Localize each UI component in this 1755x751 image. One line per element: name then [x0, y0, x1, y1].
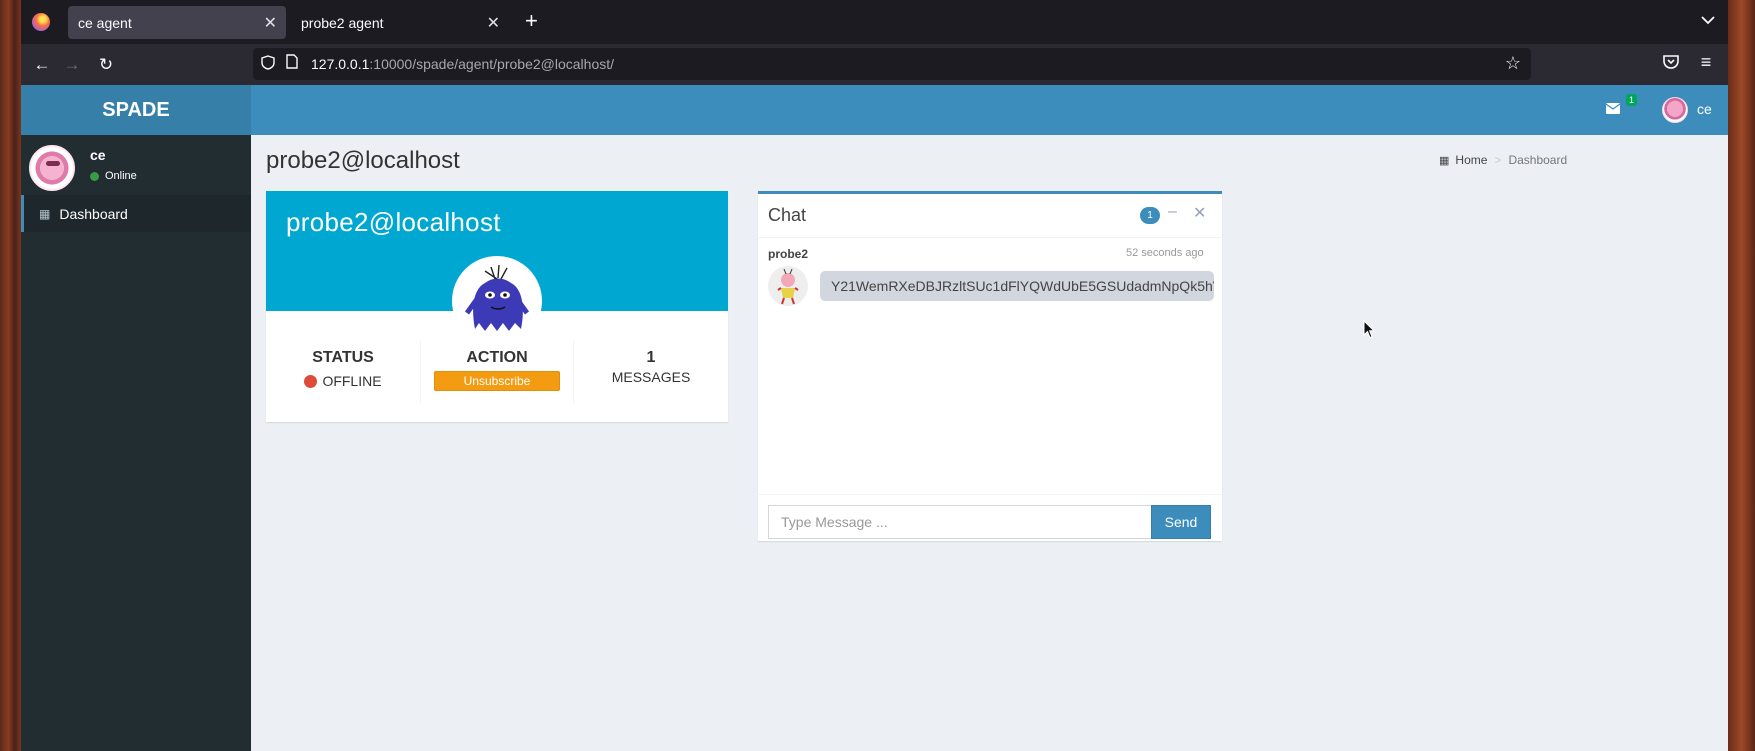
message-timestamp: 52 seconds ago	[1126, 247, 1204, 259]
unsubscribe-button[interactable]: Unsubscribe	[434, 371, 560, 391]
reload-button[interactable]: ↻	[94, 53, 118, 77]
tab-probe2-agent[interactable]: probe2 agent ✕	[291, 6, 509, 39]
browser-window: ce agent ✕ probe2 agent ✕ + ← → ↻ 127.0.…	[21, 0, 1728, 751]
breadcrumb-current: Dashboard	[1508, 153, 1568, 167]
breadcrumb-home[interactable]: Home	[1455, 153, 1487, 167]
desktop-wallpaper-left	[0, 0, 21, 751]
dashboard-icon: ▦	[39, 206, 51, 221]
web-content: SPADE 1 ce ce Online ▦ Dashboard probe2@…	[21, 85, 1728, 751]
chat-footer: Send	[758, 494, 1222, 544]
hamburger-menu-icon[interactable]: ≡	[1694, 52, 1718, 76]
agent-profile-widget: probe2@localhost STATUS OFFLINE ACTION U…	[266, 191, 728, 422]
action-header: ACTION	[466, 349, 528, 366]
bookmark-star-icon[interactable]: ☆	[1505, 53, 1521, 74]
close-icon[interactable]: ✕	[264, 13, 277, 33]
url-bar[interactable]: 127.0.0.1:10000/spade/agent/probe2@local…	[253, 48, 1531, 80]
firefox-icon	[32, 13, 50, 31]
navigation-toolbar: ← → ↻ 127.0.0.1:10000/spade/agent/probe2…	[21, 44, 1728, 85]
top-user-name[interactable]: ce	[1697, 101, 1712, 117]
chat-title: Chat	[768, 205, 807, 225]
action-block: ACTION Unsubscribe	[420, 341, 574, 403]
tab-strip: ce agent ✕ probe2 agent ✕ +	[21, 0, 1728, 44]
avatar[interactable]	[1662, 97, 1688, 123]
close-icon[interactable]: ✕	[487, 13, 500, 33]
pocket-icon[interactable]	[1661, 54, 1681, 74]
offline-dot-icon	[304, 374, 318, 388]
forward-button[interactable]: →	[60, 53, 84, 77]
chat-box: Chat 1 – ✕ probe2 52 seconds ago Y21WemR…	[758, 191, 1222, 541]
breadcrumb: ▦ Home > Dashboard	[1439, 153, 1567, 167]
avatar	[768, 266, 808, 306]
chat-count-badge: 1	[1140, 207, 1160, 224]
chat-header: Chat 1 – ✕	[758, 194, 1222, 238]
chevron-down-icon[interactable]	[1701, 12, 1715, 28]
status-badge: OFFLINE	[304, 373, 382, 389]
notification-badge: 1	[1626, 94, 1638, 106]
avatar	[29, 145, 75, 191]
top-navbar	[251, 85, 1728, 135]
tab-label: probe2 agent	[301, 14, 384, 31]
new-tab-button[interactable]: +	[525, 9, 538, 33]
messages-label: MESSAGES	[611, 369, 691, 385]
page-title: probe2@localhost	[266, 147, 460, 174]
dashboard-icon: ▦	[1439, 154, 1450, 167]
widget-user-name: probe2@localhost	[286, 207, 501, 237]
mouse-cursor-icon	[1363, 319, 1376, 344]
sidebar-item-dashboard[interactable]: ▦ Dashboard	[21, 195, 251, 232]
widget-footer: STATUS OFFLINE ACTION Unsubscribe 1 MESS…	[266, 311, 728, 422]
messages-count: 1	[646, 349, 656, 366]
url-host: 127.0.0.1	[311, 56, 370, 72]
page-icon[interactable]	[286, 54, 298, 72]
url-text[interactable]: 127.0.0.1:10000/spade/agent/probe2@local…	[311, 56, 614, 72]
shield-icon[interactable]	[261, 55, 275, 73]
minimize-icon[interactable]: –	[1168, 203, 1177, 221]
sidebar-user-status: Online	[90, 170, 137, 182]
status-text: Online	[105, 170, 137, 182]
message-input[interactable]	[768, 505, 1152, 539]
sidebar: ce Online ▦ Dashboard	[21, 135, 251, 751]
app-logo[interactable]: SPADE	[21, 85, 251, 135]
breadcrumb-separator: >	[1494, 153, 1502, 167]
messages-block: 1 MESSAGES	[574, 349, 728, 385]
status-block: STATUS OFFLINE	[266, 349, 420, 393]
url-path: :10000/spade/agent/probe2@localhost/	[369, 56, 615, 72]
message-bubble: Y21WemRXeDBJRzltSUc1dFlYQWdUbE5GSUdadmNp…	[820, 271, 1214, 301]
envelope-icon[interactable]	[1605, 101, 1621, 119]
sidebar-user-name: ce	[90, 147, 106, 163]
message-sender: probe2	[768, 247, 809, 261]
online-status-dot-icon	[90, 171, 99, 181]
back-button[interactable]: ←	[30, 53, 54, 77]
tab-label: ce agent	[78, 14, 132, 31]
sidebar-item-label: Dashboard	[59, 205, 128, 222]
desktop-wallpaper-right	[1728, 0, 1755, 751]
status-value: OFFLINE	[322, 373, 382, 389]
tab-ce-agent[interactable]: ce agent ✕	[68, 6, 286, 39]
close-icon[interactable]: ✕	[1193, 203, 1206, 223]
status-header: STATUS	[312, 349, 374, 366]
send-button[interactable]: Send	[1151, 505, 1211, 539]
